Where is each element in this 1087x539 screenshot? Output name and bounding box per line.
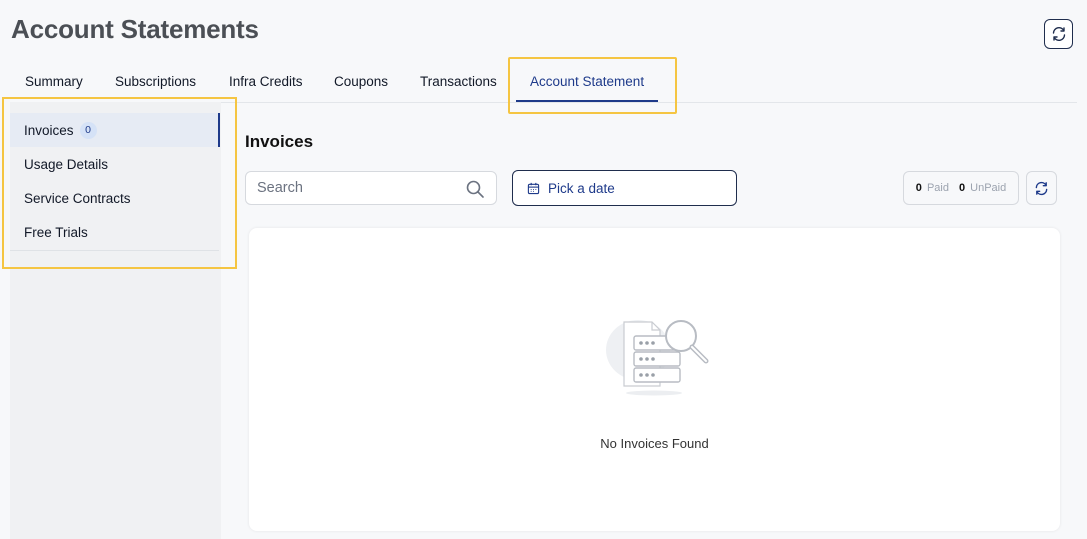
sidebar: Invoices 0 Usage Details Service Contrac…: [10, 102, 221, 539]
paid-count: 0: [915, 182, 922, 194]
tab-bar: Summary Subscriptions Infra Credits Coup…: [10, 62, 1077, 103]
sidebar-item-label: Service Contracts: [24, 190, 131, 206]
unpaid-label: UnPaid: [970, 182, 1007, 194]
tab-summary[interactable]: Summary: [25, 62, 83, 102]
sidebar-item-label: Invoices: [24, 122, 74, 138]
tab-account-statement[interactable]: Account Statement: [516, 62, 659, 102]
paid-label: Paid: [926, 182, 949, 194]
page-title: Account Statements: [11, 14, 259, 44]
tab-coupons[interactable]: Coupons: [334, 62, 388, 102]
sidebar-item-free-trials[interactable]: Free Trials: [10, 215, 219, 249]
tab-transactions[interactable]: Transactions: [420, 62, 497, 102]
tab-subscriptions[interactable]: Subscriptions: [115, 62, 196, 102]
refresh-invoices-button[interactable]: [1026, 171, 1057, 205]
payment-status-summary: 0 Paid 0 UnPaid: [903, 171, 1019, 205]
sidebar-divider: [10, 250, 219, 251]
refresh-button[interactable]: [1044, 19, 1073, 49]
section-title: Invoices: [245, 132, 314, 151]
tab-infra-credits[interactable]: Infra Credits: [229, 62, 303, 102]
count-badge: 0: [79, 121, 97, 139]
search-field[interactable]: [245, 171, 497, 205]
calendar-icon: [527, 182, 540, 194]
empty-state-message: No Invoices Found: [600, 436, 709, 451]
paid-status: 0 Paid: [916, 182, 949, 194]
invoices-content-panel: No Invoices Found: [249, 228, 1060, 531]
sidebar-item-label: Free Trials: [24, 224, 88, 240]
refresh-icon: [1035, 181, 1048, 195]
unpaid-count: 0: [958, 182, 966, 194]
sidebar-item-invoices[interactable]: Invoices 0: [10, 113, 220, 147]
sidebar-item-service-contracts[interactable]: Service Contracts: [10, 181, 219, 215]
refresh-icon: [1052, 27, 1065, 41]
sidebar-item-label: Usage Details: [24, 156, 109, 172]
date-picker-label: Pick a date: [548, 180, 615, 196]
empty-invoices-illustration: [606, 320, 709, 396]
unpaid-status: 0 UnPaid: [959, 182, 1006, 194]
search-icon[interactable]: [465, 179, 485, 199]
date-picker-button[interactable]: Pick a date: [512, 170, 737, 206]
sidebar-item-usage-details[interactable]: Usage Details: [10, 147, 219, 181]
search-input[interactable]: [246, 172, 457, 204]
